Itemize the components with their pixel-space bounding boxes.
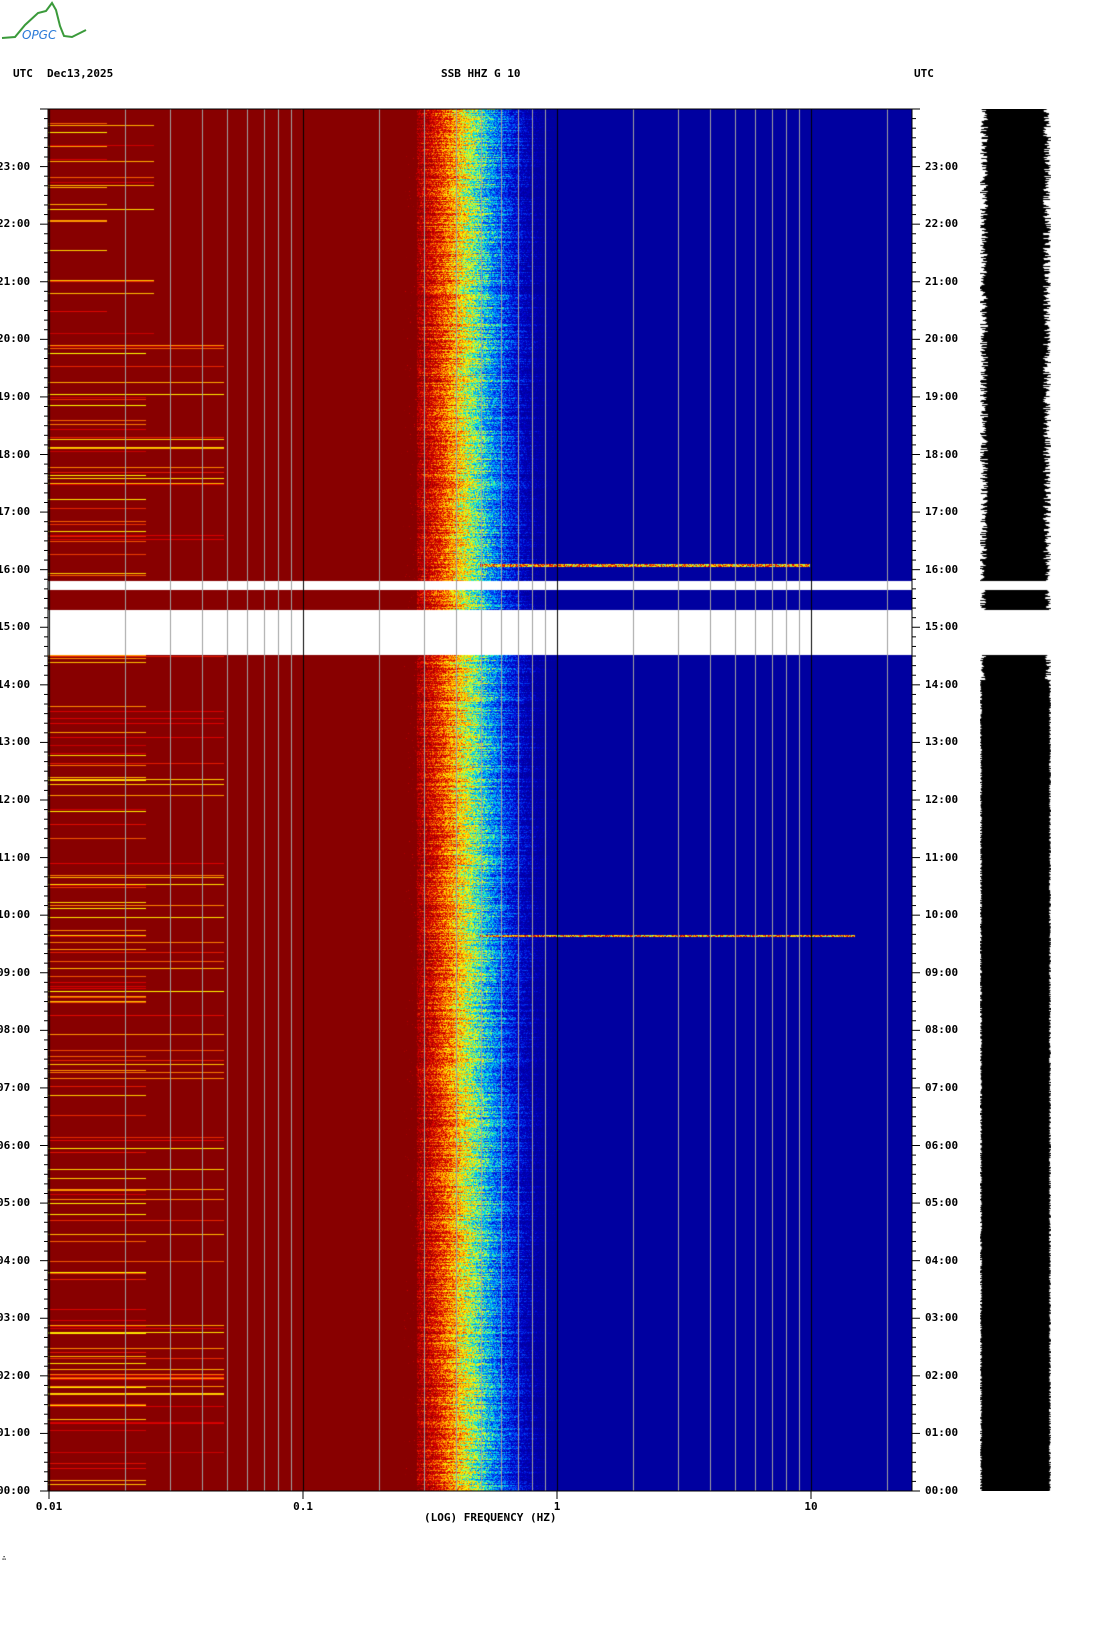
chart-axes xyxy=(40,108,920,1499)
y-tick-label-left: 05:00 xyxy=(0,1196,31,1210)
y-tick-label-right: 11:00 xyxy=(925,850,959,864)
y-tick-label-right: 04:00 xyxy=(925,1253,959,1267)
y-tick-label-left: 17:00 xyxy=(0,505,31,519)
y-tick-label-right: 03:00 xyxy=(925,1311,959,1325)
y-tick-label-right: 16:00 xyxy=(925,562,959,576)
y-tick-label-left: 12:00 xyxy=(0,793,31,806)
y-tick-label-left: 04:00 xyxy=(0,1253,31,1267)
y-tick-label-left: 13:00 xyxy=(0,735,31,749)
x-axis-label: (LOG) FREQUENCY (HZ) xyxy=(424,1511,557,1524)
y-tick-label-left: 14:00 xyxy=(0,677,31,691)
x-tick-label: 0.01 xyxy=(35,1500,63,1513)
y-tick-label-right: 09:00 xyxy=(925,965,959,979)
y-tick-label-left: 22:00 xyxy=(0,217,31,231)
y-tick-label-right: 14:00 xyxy=(925,677,959,691)
y-tick-label-left: 10:00 xyxy=(0,908,31,922)
y-tick-label-right: 13:00 xyxy=(925,735,959,749)
y-tick-label-right: 22:00 xyxy=(925,217,959,231)
y-tick-label-left: 00:00 xyxy=(0,1484,31,1497)
y-tick-label-left: 01:00 xyxy=(0,1426,31,1440)
y-tick-label-left: 16:00 xyxy=(0,562,31,576)
x-tick-label: 0.1 xyxy=(293,1500,313,1513)
y-tick-label-right: 02:00 xyxy=(925,1368,959,1382)
y-tick-label-left: 06:00 xyxy=(0,1138,31,1152)
y-tick-label-right: 17:00 xyxy=(925,505,959,519)
y-tick-label-left: 11:00 xyxy=(0,850,31,864)
x-tick-label: 10 xyxy=(804,1500,818,1513)
y-tick-label-right: 10:00 xyxy=(925,908,959,922)
y-tick-label-right: 15:00 xyxy=(925,620,959,634)
y-tick-label-left: 07:00 xyxy=(0,1080,31,1094)
y-tick-label-left: 20:00 xyxy=(0,332,31,346)
y-tick-label-left: 21:00 xyxy=(0,274,31,288)
y-tick-label-left: 19:00 xyxy=(0,389,31,403)
footer-mark: ∴ xyxy=(2,1554,7,1562)
y-tick-label-right: 05:00 xyxy=(925,1196,959,1210)
y-tick-label-right: 18:00 xyxy=(925,447,959,461)
y-tick-label-right: 07:00 xyxy=(925,1080,959,1094)
y-tick-label-right: 20:00 xyxy=(925,332,959,346)
y-tick-label-right: 01:00 xyxy=(925,1426,959,1440)
y-tick-label-right: 00:00 xyxy=(925,1484,959,1497)
y-tick-label-left: 23:00 xyxy=(0,159,31,173)
y-tick-label-right: 23:00 xyxy=(925,159,959,173)
y-tick-label-right: 21:00 xyxy=(925,274,959,288)
y-tick-label-right: 08:00 xyxy=(925,1023,959,1037)
y-tick-label-left: 09:00 xyxy=(0,965,31,979)
y-tick-label-left: 02:00 xyxy=(0,1368,31,1382)
y-tick-label-right: 12:00 xyxy=(925,793,959,806)
y-tick-label-left: 08:00 xyxy=(0,1023,31,1037)
y-tick-label-right: 19:00 xyxy=(925,389,959,403)
y-tick-label-right: 06:00 xyxy=(925,1138,959,1152)
y-tick-label-left: 03:00 xyxy=(0,1311,31,1325)
y-tick-label-left: 15:00 xyxy=(0,620,31,634)
y-tick-label-left: 18:00 xyxy=(0,447,31,461)
